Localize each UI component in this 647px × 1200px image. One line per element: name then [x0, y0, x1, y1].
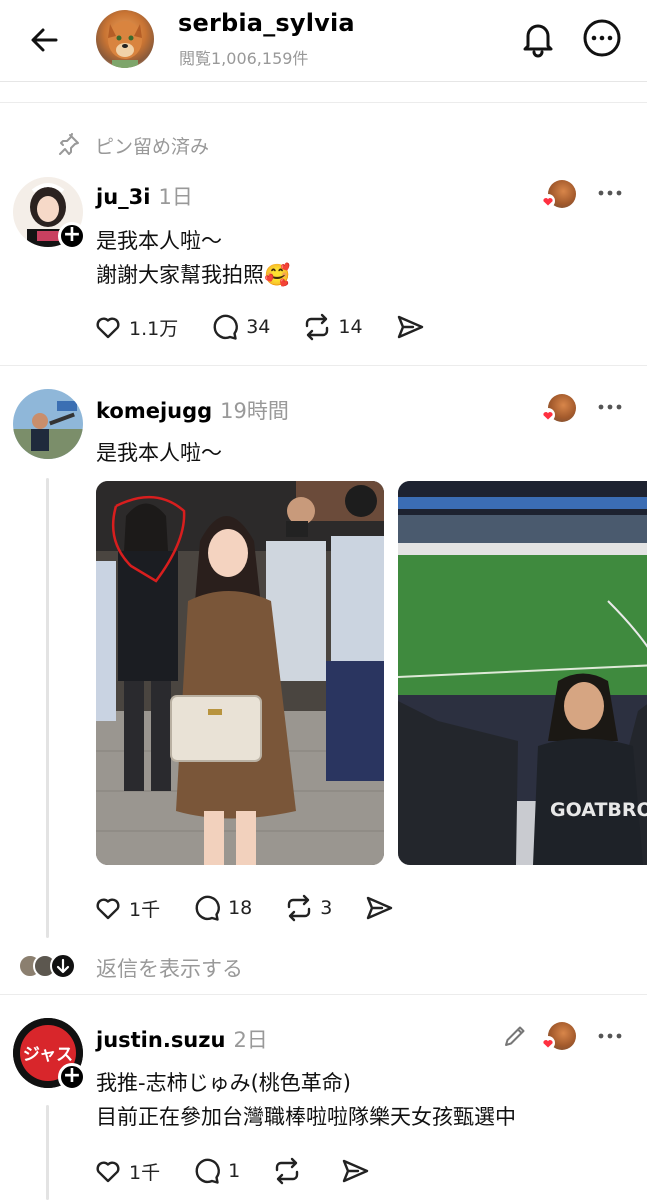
post-actions: 1千 1 [93, 1153, 402, 1189]
post-more-icon[interactable] [594, 397, 626, 417]
comment-icon [192, 1156, 222, 1186]
pinned-label: ピン留め済み [95, 135, 210, 158]
comment-count: 1 [228, 1160, 241, 1182]
like-button[interactable]: 1.1万 [93, 312, 178, 342]
repost-icon [284, 893, 314, 923]
repost-count: 3 [320, 897, 333, 919]
repost-count: 14 [338, 316, 363, 338]
view-replies-link[interactable]: 返信を表示する [96, 953, 243, 983]
post-more-icon[interactable] [594, 183, 626, 203]
comment-count: 34 [246, 316, 271, 338]
like-count: 1千 [129, 1161, 161, 1184]
repost-icon [302, 312, 332, 342]
post-header: komejugg 19時間 [96, 395, 289, 425]
heart-outline-icon [93, 893, 123, 923]
pinned-indicator: ピン留め済み [55, 130, 209, 160]
pencil-icon[interactable] [500, 1021, 530, 1051]
post-username[interactable]: komejugg [96, 399, 212, 423]
post-username[interactable]: justin.suzu [96, 1028, 225, 1052]
divider [0, 102, 647, 103]
share-button[interactable] [340, 1156, 370, 1186]
post-text: 是我本人啦～ [96, 436, 616, 470]
heart-outline-icon [93, 312, 123, 342]
top-bar: serbia_sylvia 閲覧1,006,159件 [0, 0, 647, 82]
post-more-icon[interactable] [594, 1026, 626, 1046]
post-actions: 1.1万 34 14 [93, 309, 457, 345]
divider [0, 365, 647, 366]
send-icon [340, 1156, 370, 1186]
follow-plus-icon[interactable]: + [58, 1063, 86, 1091]
profile-username: serbia_sylvia [178, 9, 355, 37]
share-button[interactable] [395, 312, 425, 342]
post-time: 19時間 [220, 399, 289, 423]
post-time: 2日 [233, 1028, 268, 1052]
like-button[interactable]: 1千 [93, 893, 160, 923]
repost-button[interactable] [272, 1156, 308, 1186]
heart-icon [541, 1036, 555, 1050]
like-count: 1千 [129, 898, 161, 921]
heart-icon [541, 408, 555, 422]
share-button[interactable] [364, 893, 394, 923]
comment-button[interactable]: 18 [192, 893, 252, 923]
profile-avatar[interactable] [96, 10, 154, 68]
comment-button[interactable]: 34 [210, 312, 270, 342]
follow-plus-icon[interactable]: + [58, 222, 86, 250]
post-text: 是我本人啦～ 謝謝大家幫我拍照🥰 [96, 224, 616, 292]
back-arrow-icon[interactable] [24, 20, 64, 60]
post-photo[interactable]: GOATBROS [398, 481, 647, 865]
bell-icon[interactable] [516, 16, 560, 60]
post-line: 目前正在參加台灣職棒啦啦隊樂天女孩甄選中 [96, 1105, 516, 1129]
like-count: 1.1万 [129, 317, 179, 340]
repost-button[interactable]: 3 [284, 893, 332, 923]
post-line: 是我本人啦～ [96, 441, 222, 465]
comment-count: 18 [228, 897, 253, 919]
post-line: 我推-志柿じゅみ(桃色革命) [96, 1071, 351, 1095]
post-text: 我推-志柿じゅみ(桃色革命) 目前正在參加台灣職棒啦啦隊樂天女孩甄選中 [96, 1066, 636, 1134]
comment-icon [210, 312, 240, 342]
heart-icon [541, 194, 555, 208]
avatar[interactable] [13, 389, 83, 459]
like-button[interactable]: 1千 [93, 1156, 160, 1186]
post-actions: 1千 18 3 [93, 890, 426, 926]
more-options-icon[interactable] [580, 16, 624, 60]
repost-icon [272, 1156, 302, 1186]
post-header: ju_3i 1日 [96, 181, 193, 211]
pin-icon [55, 132, 81, 158]
thread-line [46, 1105, 49, 1200]
post-time: 1日 [158, 185, 193, 209]
post-line: 謝謝大家幫我拍照🥰 [96, 263, 291, 287]
view-count: 閲覧1,006,159件 [179, 49, 309, 68]
comment-icon [192, 893, 222, 923]
thread-line [46, 478, 49, 938]
post-header: justin.suzu 2日 [96, 1024, 268, 1054]
reply-avatars[interactable] [18, 953, 78, 979]
post-username[interactable]: ju_3i [96, 185, 150, 209]
send-icon [395, 312, 425, 342]
repost-button[interactable]: 14 [302, 312, 363, 342]
jersey-text: GOATBROS [550, 799, 647, 821]
avatar-text: ジャス [23, 1045, 73, 1065]
heart-outline-icon [93, 1156, 123, 1186]
divider [0, 994, 647, 995]
post-photo[interactable] [96, 481, 384, 865]
post-line: 是我本人啦～ [96, 229, 222, 253]
send-icon [364, 893, 394, 923]
comment-button[interactable]: 1 [192, 1156, 240, 1186]
